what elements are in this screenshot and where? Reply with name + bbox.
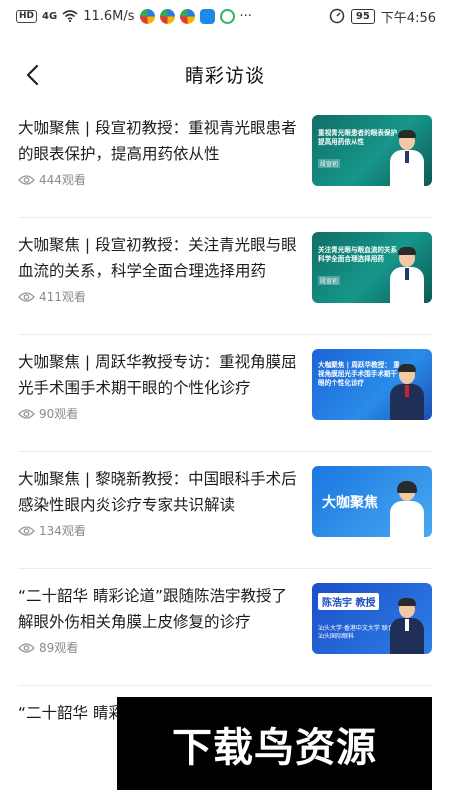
app-icon <box>159 8 175 24</box>
eye-icon <box>18 408 35 419</box>
doctor-portrait <box>390 247 424 303</box>
view-count-label: 411观看 <box>39 290 86 304</box>
view-count: 90观看 <box>18 405 78 422</box>
list-item[interactable]: 大咖聚焦 | 周跃华教授专访：重视角膜屈光手术围手术期干眼的个性化诊疗 90观看… <box>18 335 432 452</box>
signal-icon: 4G <box>42 10 58 22</box>
list-item[interactable]: 大咖聚焦 | 段宣初教授：重视青光眼患者的眼表保护，提高用药依从性 444观看 … <box>18 101 432 218</box>
chat-app-icon <box>219 8 235 24</box>
eye-icon <box>18 525 35 536</box>
view-count: 89观看 <box>18 639 78 656</box>
app-icon <box>139 8 155 24</box>
eye-icon <box>18 291 35 302</box>
eye-icon <box>18 642 35 653</box>
view-count-label: 134观看 <box>39 524 86 538</box>
item-thumbnail[interactable]: 大咖聚焦 | 周跃华教授： 重视角膜屈光手术围手术期干眼的个性化诊疗 <box>312 349 432 420</box>
thumbnail-caption: 重视青光眼患者的眼表保护 提高用药依从性 <box>318 129 398 146</box>
thumbnail-caption: 大咖聚焦 | 周跃华教授： 重视角膜屈光手术围手术期干眼的个性化诊疗 <box>318 361 400 387</box>
speedometer-icon <box>329 8 345 24</box>
item-title: “二十韶华 睛彩论道”跟随陈浩宇教授了解眼外伤相关角膜上皮修复的诊疗 <box>18 587 287 631</box>
eye-icon <box>18 174 35 185</box>
battery-level: 95 <box>350 8 375 24</box>
chevron-left-icon <box>26 64 39 86</box>
list-item[interactable]: 大咖聚焦 | 黎晓新教授：中国眼科手术后感染性眼内炎诊疗专家共识解读 134观看… <box>18 452 432 569</box>
item-thumbnail[interactable]: 大咖聚焦 <box>312 466 432 537</box>
view-count-label: 90观看 <box>39 407 79 421</box>
thumbnail-caption: 汕头大学·香港中文大学 联合汕头国际眼科 <box>318 625 394 640</box>
more-dots: ··· <box>239 8 252 24</box>
item-title: 大咖聚焦 | 段宣初教授：关注青光眼与眼血流的关系，科学全面合理选择用药 <box>18 236 297 280</box>
doctor-portrait <box>390 598 424 654</box>
watermark-text: 下载鸟资源 <box>172 724 377 771</box>
thumbnail-name: 陈浩宇 教授 <box>318 593 380 610</box>
item-thumbnail[interactable]: 陈浩宇 教授 汕头大学·香港中文大学 联合汕头国际眼科 <box>312 583 432 654</box>
thumbnail-name: 段宣初 <box>318 276 341 285</box>
back-button[interactable] <box>18 60 48 90</box>
view-count-label: 444观看 <box>39 173 86 187</box>
item-title: 大咖聚焦 | 周跃华教授专访：重视角膜屈光手术围手术期干眼的个性化诊疗 <box>18 353 297 397</box>
doctor-portrait <box>390 130 424 186</box>
interview-list: 大咖聚焦 | 段宣初教授：重视青光眼患者的眼表保护，提高用药依从性 444观看 … <box>0 101 450 800</box>
status-bar: HD 4G 11.6M/s ··· 95 下午4:56 <box>0 0 450 32</box>
view-count: 411观看 <box>18 288 86 305</box>
hd-badge: HD <box>16 9 38 23</box>
view-count-label: 89观看 <box>39 641 79 655</box>
item-thumbnail[interactable]: 关注青光眼与眼血流的关系 科学全面合理选择用药 段宣初 <box>312 232 432 303</box>
clock: 下午4:56 <box>380 10 436 26</box>
item-title: 大咖聚焦 | 段宣初教授：重视青光眼患者的眼表保护，提高用药依从性 <box>18 119 297 163</box>
view-count: 444观看 <box>18 171 86 188</box>
page-header: 睛彩访谈 <box>0 52 450 96</box>
thumbnail-caption: 关注青光眼与眼血流的关系 科学全面合理选择用药 <box>318 246 398 263</box>
thumbnail-caption: 大咖聚焦 <box>322 495 378 511</box>
network-speed: 11.6M/s <box>83 8 135 24</box>
item-title: 大咖聚焦 | 黎晓新教授：中国眼科手术后感染性眼内炎诊疗专家共识解读 <box>18 470 297 514</box>
cloud-app-icon <box>199 8 215 24</box>
watermark-overlay: 下载鸟资源 <box>117 697 432 790</box>
list-item[interactable]: “二十韶华 睛彩论道”跟随陈浩宇教授了解眼外伤相关角膜上皮修复的诊疗 89观看 … <box>18 569 432 686</box>
doctor-portrait <box>390 364 424 420</box>
list-item[interactable]: 大咖聚焦 | 段宣初教授：关注青光眼与眼血流的关系，科学全面合理选择用药 411… <box>18 218 432 335</box>
wifi-icon <box>62 10 78 22</box>
app-icon <box>179 8 195 24</box>
view-count: 134观看 <box>18 522 86 539</box>
item-thumbnail[interactable]: 重视青光眼患者的眼表保护 提高用药依从性 段宣初 <box>312 115 432 186</box>
thumbnail-name: 段宣初 <box>318 159 341 168</box>
doctor-portrait <box>390 481 424 537</box>
page-title: 睛彩访谈 <box>184 64 265 87</box>
